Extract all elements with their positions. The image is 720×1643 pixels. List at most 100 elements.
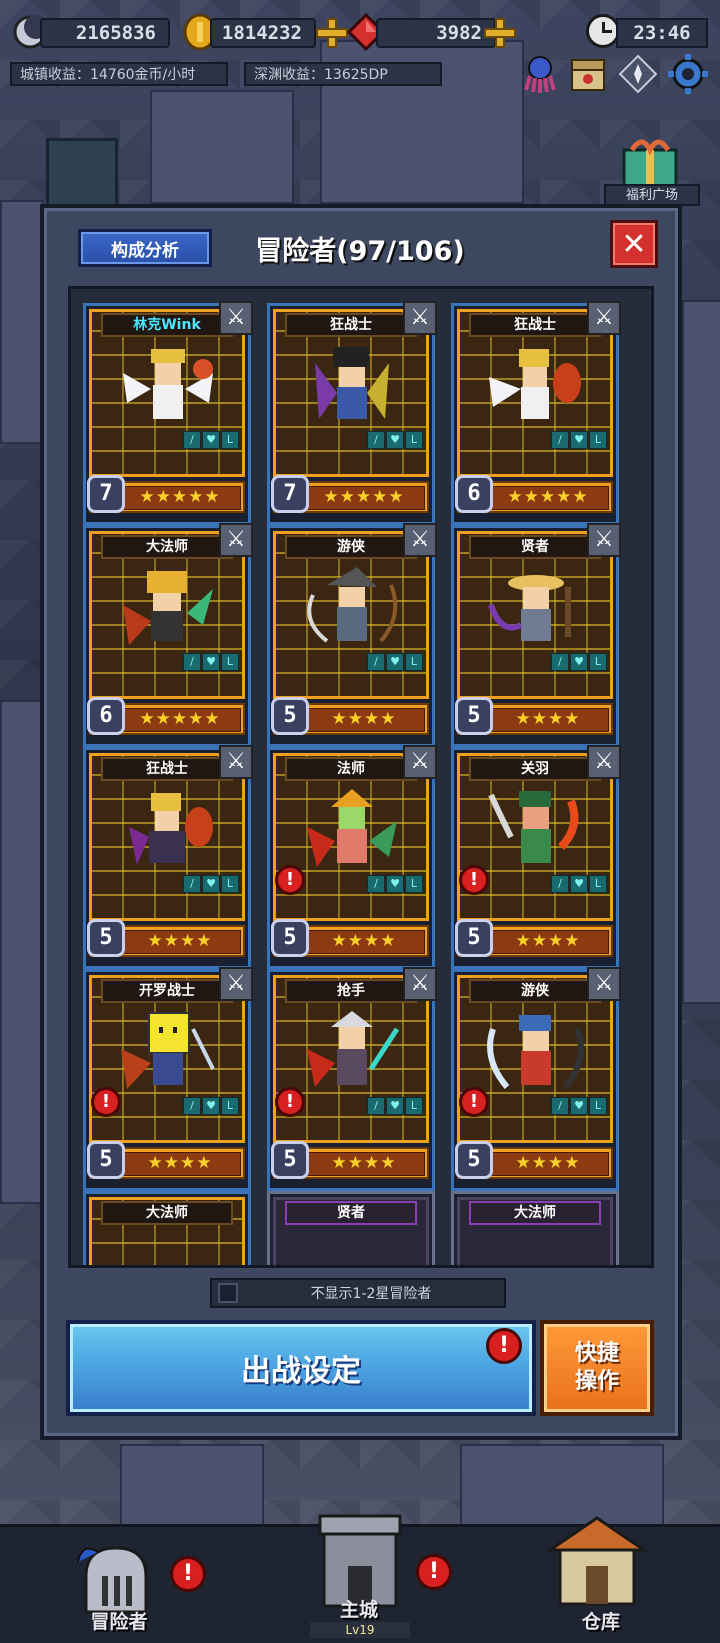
equipment-icons: / ♥ L <box>183 653 239 671</box>
card-name: 游侠 <box>285 535 417 559</box>
star-rating: ★★★★ <box>303 708 425 732</box>
nav-alert-badge: ! <box>416 1554 452 1590</box>
equipment-icons: / ♥ L <box>551 875 607 893</box>
nav-warehouse[interactable]: 仓库 <box>482 1516 720 1640</box>
adventurer-card[interactable]: 贤者 ⚔ / ♥ L ★★★★ 5 <box>451 523 621 747</box>
card-name: 大法师 <box>469 1201 601 1225</box>
crossed-swords-icon: ⚔ <box>587 301 621 335</box>
hide-low-star-toggle[interactable]: 不显示1-2星冒险者 <box>210 1278 506 1308</box>
settings-gear-icon[interactable] <box>666 52 710 96</box>
adventurer-card[interactable]: 开罗战士 ⚔ / ♥ L ★★★★ 5 ! <box>83 967 253 1191</box>
composition-analysis-button[interactable]: 构成分析 <box>78 229 212 267</box>
clock-icon <box>586 14 620 48</box>
main-city-level: Lv19 <box>310 1622 410 1638</box>
equipment-icons: / ♥ L <box>367 1097 423 1115</box>
nav-adventurer-label: 冒险者 <box>90 1611 148 1633</box>
alert-badge: ! <box>459 1087 489 1117</box>
card-level: 5 <box>87 919 125 957</box>
crossed-swords-icon: ⚔ <box>587 745 621 779</box>
alert-badge: ! <box>459 865 489 895</box>
adventurer-card[interactable]: 大法师 <box>83 1191 251 1265</box>
crossed-swords-icon: ⚔ <box>219 523 253 557</box>
adventurer-card[interactable]: 贤者 <box>267 1191 435 1265</box>
adventurer-card[interactable]: 狂战士 ⚔ / ♥ L ★★★★★ 6 <box>451 301 621 525</box>
card-level: 5 <box>271 1141 309 1179</box>
alert-badge: ! <box>275 865 305 895</box>
adventurer-card[interactable]: 狂战士 ⚔ / ♥ L ★★★★ 5 <box>83 745 253 969</box>
hero-sprite-icon <box>307 1011 400 1087</box>
adventurer-card[interactable]: 法师 ⚔ / ♥ L ★★★★ 5 ! <box>267 745 437 969</box>
welfare-label[interactable]: 福利广场 <box>604 184 700 206</box>
adventurer-card[interactable]: 大法师 <box>451 1191 619 1265</box>
crossed-swords-icon: ⚔ <box>219 745 253 779</box>
quick-action-label: 快捷 操作 <box>574 1341 619 1394</box>
card-level: 5 <box>87 1141 125 1179</box>
card-name: 狂战士 <box>469 313 601 337</box>
card-level: 5 <box>271 919 309 957</box>
card-name: 狂战士 <box>101 757 233 781</box>
card-level: 5 <box>455 919 493 957</box>
top-resource-bar: 2165836 1814232 3982 23:46 城镇收益：14760金币/… <box>0 0 720 96</box>
card-level: 5 <box>455 1141 493 1179</box>
warehouse-icon <box>545 1516 649 1606</box>
card-level: 6 <box>87 697 125 735</box>
equipment-icons: / ♥ L <box>367 653 423 671</box>
hero-sprite-icon <box>307 567 398 643</box>
equipment-icons: / ♥ L <box>367 431 423 449</box>
crossed-swords-icon: ⚔ <box>587 967 621 1001</box>
add-gold-button[interactable] <box>316 16 348 50</box>
add-gem-button[interactable] <box>484 16 516 50</box>
adventurer-card[interactable]: 游侠 ⚔ / ♥ L ★★★★ 5 ! <box>451 967 621 1191</box>
hide-low-star-checkbox[interactable] <box>218 1283 238 1303</box>
decor-cube-icon <box>46 138 118 210</box>
crossed-swords-icon: ⚔ <box>219 967 253 1001</box>
battle-setup-button[interactable]: 出战设定 <box>66 1320 536 1416</box>
equipment-icons: / ♥ L <box>183 431 239 449</box>
hero-sprite-icon <box>123 571 213 645</box>
star-rating: ★★★★ <box>487 1152 609 1176</box>
card-name: 关羽 <box>469 757 601 781</box>
star-rating: ★★★★ <box>303 1152 425 1176</box>
game-time: 23:46 <box>616 18 708 48</box>
hero-sprite-icon <box>315 347 389 419</box>
star-rating: ★★★★ <box>119 930 241 954</box>
adventurer-card[interactable]: 林克Wink ⚔ / ♥ L ★★★★★ 7 <box>83 301 253 525</box>
nav-main-city-label: 主城 <box>339 1599 378 1621</box>
hide-low-star-label: 不显示1-2星冒险者 <box>310 1286 432 1302</box>
equipment-icons: / ♥ L <box>551 431 607 449</box>
card-name: 狂战士 <box>285 313 417 337</box>
card-level: 6 <box>455 475 493 513</box>
equipment-icons: / ♥ L <box>183 875 239 893</box>
nav-adventurer[interactable]: ! 冒险者 <box>0 1524 238 1640</box>
hero-sprite-icon <box>489 349 581 419</box>
event-chest-icon[interactable] <box>566 52 610 96</box>
hero-sprite-icon <box>488 791 579 863</box>
adventurer-card[interactable]: 游侠 ⚔ / ♥ L ★★★★ 5 <box>267 523 437 747</box>
close-button[interactable]: ✕ <box>610 220 658 268</box>
abyss-income: 深渊收益：13625DP <box>244 62 442 86</box>
equipment-icons: / ♥ L <box>183 1097 239 1115</box>
star-rating: ★★★★★ <box>119 486 241 510</box>
gold-value: 1814232 <box>210 18 316 48</box>
hero-sprite-icon <box>121 1012 215 1089</box>
adventurer-card[interactable]: 大法师 ⚔ / ♥ L ★★★★★ 6 <box>83 523 253 747</box>
town-income: 城镇收益：14760金币/小时 <box>10 62 228 86</box>
adventurer-card[interactable]: 抢手 ⚔ / ♥ L ★★★★ 5 ! <box>267 967 437 1191</box>
compass-icon[interactable] <box>616 52 660 96</box>
adventurer-card[interactable]: 关羽 ⚔ / ♥ L ★★★★ 5 ! <box>451 745 621 969</box>
hero-sprite-icon <box>307 789 397 867</box>
crossed-swords-icon: ⚔ <box>403 301 437 335</box>
card-name: 贤者 <box>469 535 601 559</box>
quick-action-button[interactable]: 快捷 操作 <box>540 1320 654 1416</box>
card-name: 法师 <box>285 757 417 781</box>
crossed-swords-icon: ⚔ <box>403 745 437 779</box>
nav-alert-badge: ! <box>170 1556 206 1592</box>
adventurer-card[interactable]: 狂战士 ⚔ / ♥ L ★★★★★ 7 <box>267 301 437 525</box>
adventurer-grid: 林克Wink ⚔ / ♥ L ★★★★★ 7 狂战士 ⚔ / ♥ L ★★★★★ 7 狂… <box>68 286 654 1268</box>
hero-sprite-icon <box>487 1015 584 1089</box>
octopus-icon[interactable] <box>518 52 562 96</box>
alert-badge: ! <box>275 1087 305 1117</box>
battle-alert-badge: ! <box>486 1328 522 1364</box>
equipment-icons: / ♥ L <box>551 1097 607 1115</box>
crossed-swords-icon: ⚔ <box>587 523 621 557</box>
